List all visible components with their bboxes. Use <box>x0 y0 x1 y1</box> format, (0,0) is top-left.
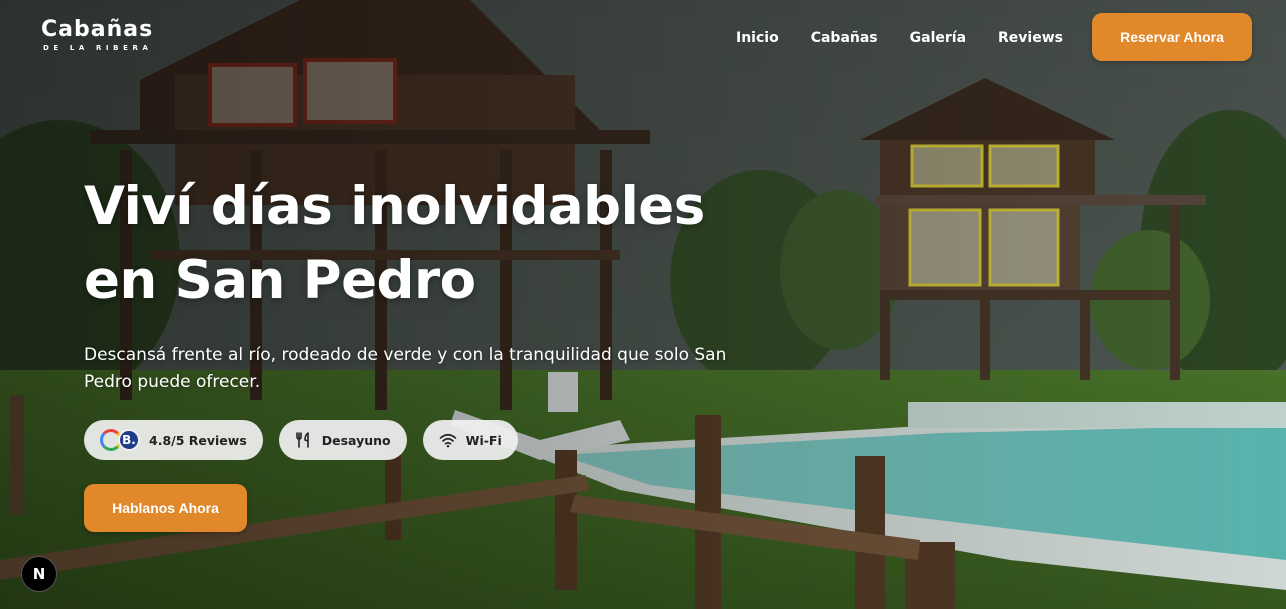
google-booking-icon: B. <box>100 429 140 451</box>
booking-badge: B. <box>118 429 140 451</box>
feature-chips: B. 4.8/5 Reviews Desayuno Wi-Fi <box>84 420 518 460</box>
nav-item-cabanas[interactable]: Cabañas <box>811 28 878 48</box>
feature-chip-wifi: Wi-Fi <box>422 420 518 460</box>
nav-item-reviews[interactable]: Reviews <box>998 28 1063 48</box>
brand-logo[interactable]: Cabañas DE LA RIBERA <box>41 17 154 53</box>
nav-item-inicio[interactable]: Inicio <box>736 28 779 48</box>
feature-label-reviews: 4.8/5 Reviews <box>149 432 247 448</box>
brand-name: Cabañas <box>41 17 154 42</box>
feature-chip-reviews: B. 4.8/5 Reviews <box>84 420 263 460</box>
contact-us-button[interactable]: Hablanos Ahora <box>84 484 247 532</box>
hero-title: Viví días inolvidables en San Pedro <box>84 170 784 318</box>
hero-title-line2: en San Pedro <box>84 250 476 311</box>
feature-label-wifi: Wi-Fi <box>465 432 502 448</box>
nav-item-galeria[interactable]: Galería <box>910 28 966 48</box>
brand-tagline: DE LA RIBERA <box>43 44 153 52</box>
hero-title-line1: Viví días inolvidables <box>84 176 705 237</box>
dev-tools-badge[interactable]: N <box>21 556 57 592</box>
hero-subtitle: Descansá frente al río, rodeado de verde… <box>84 345 727 392</box>
feature-label-breakfast: Desayuno <box>321 432 391 448</box>
feature-chip-breakfast: Desayuno <box>278 420 407 460</box>
wifi-icon <box>439 431 457 449</box>
reserve-now-button[interactable]: Reservar Ahora <box>1092 13 1252 61</box>
fork-knife-icon <box>295 431 313 449</box>
main-nav: Inicio Cabañas Galería Reviews <box>736 28 1063 48</box>
